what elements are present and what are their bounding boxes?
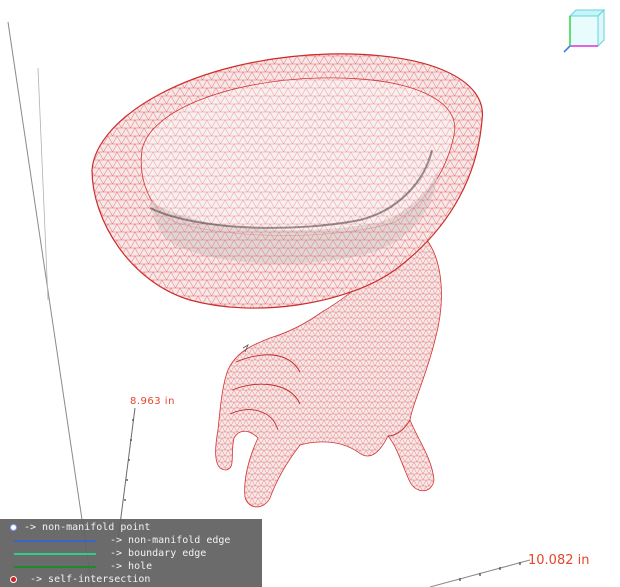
point-marker-icon [10, 524, 17, 531]
3d-viewport[interactable]: 8.963 in 10.082 in [0, 0, 620, 587]
height-dimension-label: 8.963 in [130, 396, 175, 407]
hole-line-marker-icon [14, 566, 96, 568]
edge-line-marker-icon [14, 540, 96, 542]
intersection-dot-icon [10, 576, 17, 583]
mesh-render [7, 21, 531, 587]
view-orientation-cube-icon[interactable] [560, 6, 610, 54]
boundary-line-marker-icon [14, 553, 96, 555]
width-dimension-label: 10.082 in [528, 553, 590, 568]
mesh-error-legend: -> non-manifold point -> non-manifold ed… [0, 519, 262, 587]
